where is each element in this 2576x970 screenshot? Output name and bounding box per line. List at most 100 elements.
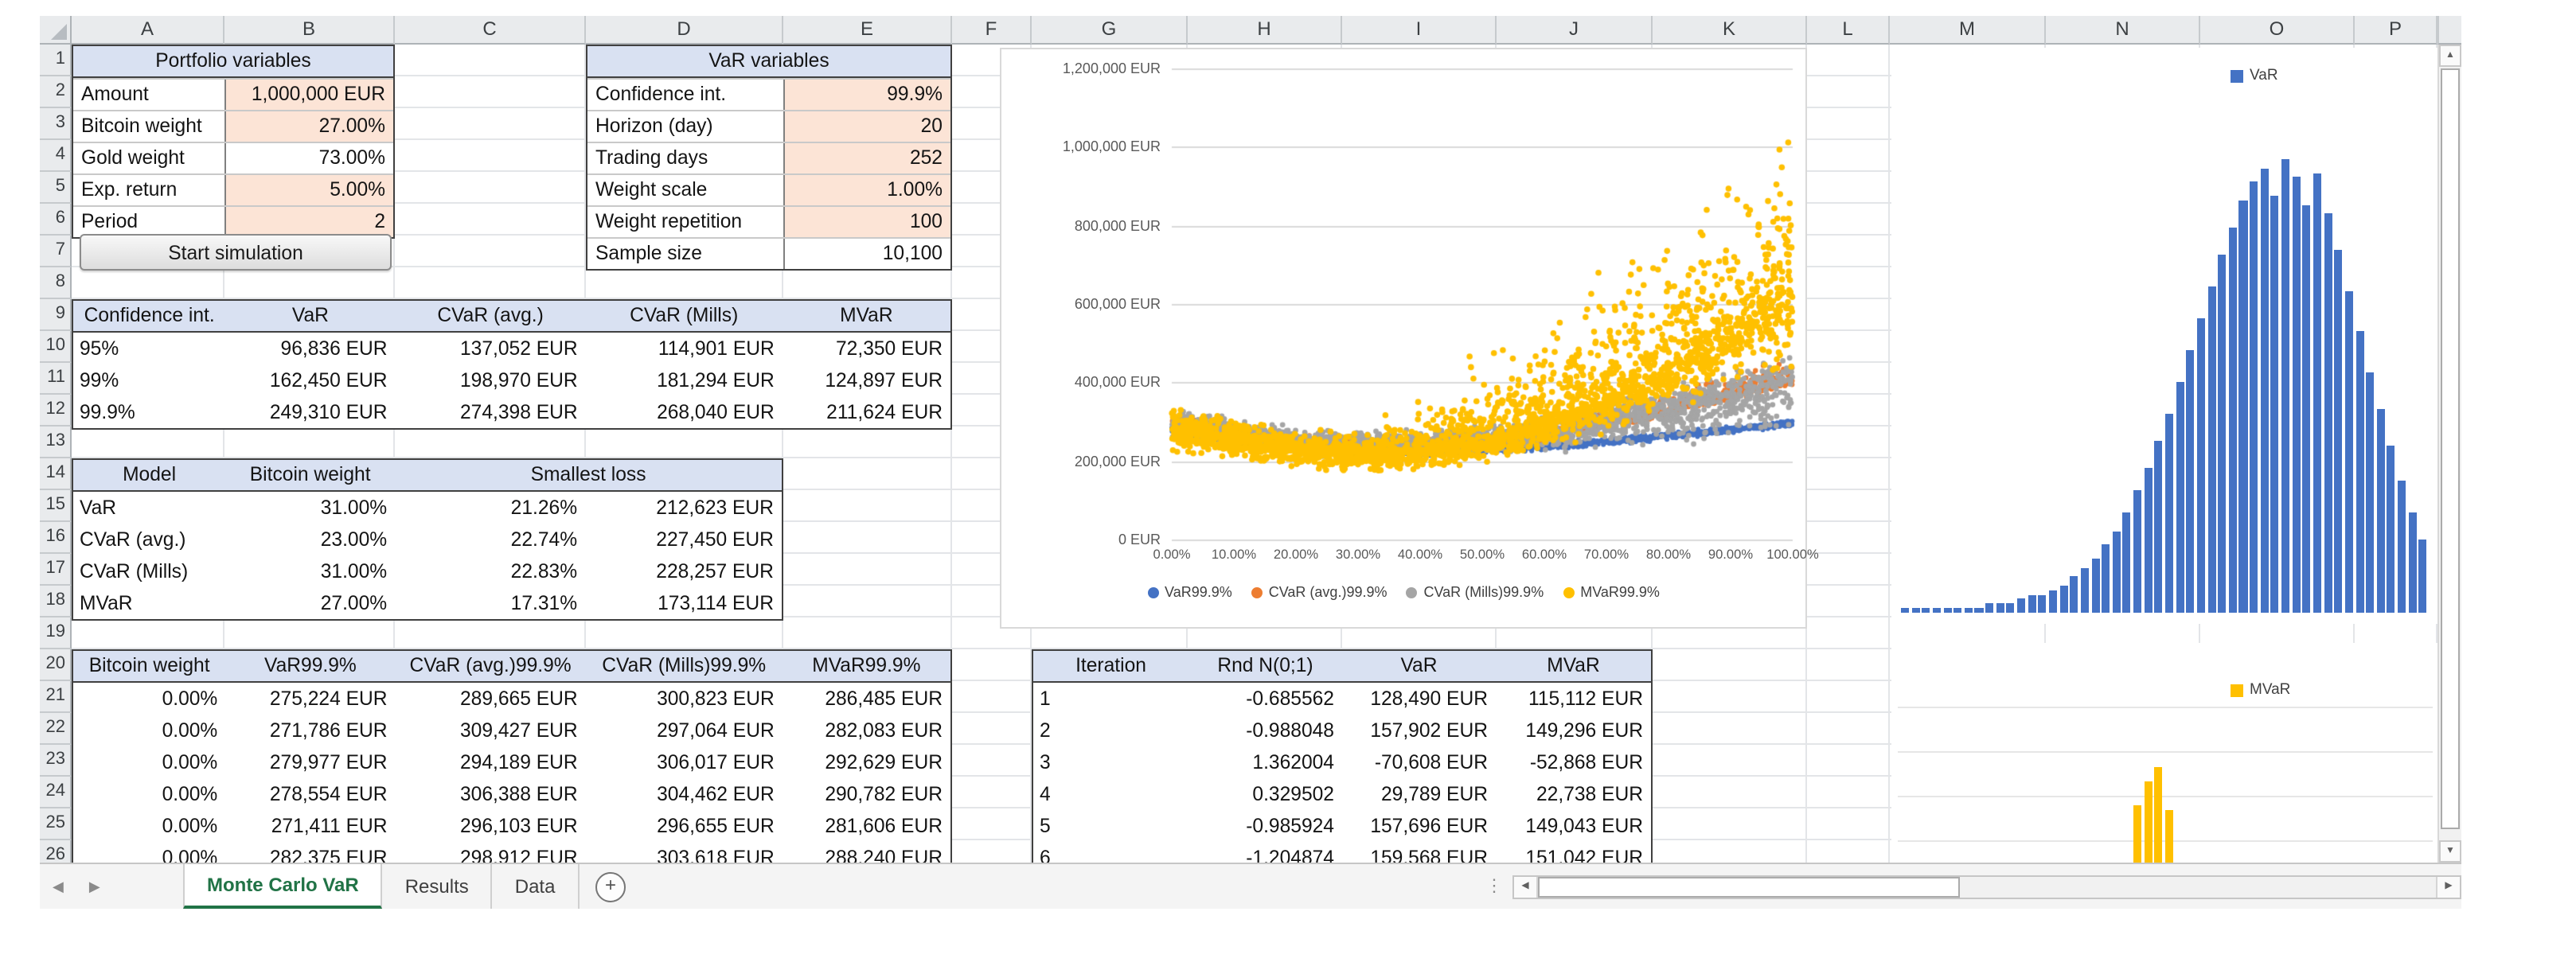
- cell[interactable]: -0.988048: [1188, 715, 1342, 746]
- cell[interactable]: 29,789 EUR: [1342, 778, 1496, 810]
- cell[interactable]: -52,868 EUR: [1496, 746, 1651, 778]
- cell[interactable]: 289,665 EUR: [396, 683, 586, 715]
- mvar-histogram-chart[interactable]: MVaR: [1891, 643, 2439, 863]
- cell[interactable]: 137,052 EUR: [396, 333, 586, 364]
- cell[interactable]: 5: [1033, 810, 1188, 842]
- cell[interactable]: 198,970 EUR: [396, 364, 586, 396]
- cell[interactable]: 0.00%: [73, 683, 225, 715]
- cell[interactable]: 21.26%: [395, 492, 585, 524]
- cell[interactable]: 3: [1033, 746, 1188, 778]
- cell[interactable]: 282,083 EUR: [783, 715, 950, 746]
- cell[interactable]: 27.00%: [224, 111, 393, 142]
- cell[interactable]: MVaR: [73, 587, 225, 619]
- column-header-L[interactable]: L: [1807, 16, 1890, 45]
- row-header-19[interactable]: 19: [40, 617, 72, 649]
- var-histogram-chart[interactable]: VaR: [1891, 48, 2439, 624]
- cell[interactable]: VaR: [73, 492, 225, 524]
- cell[interactable]: 2: [224, 207, 393, 237]
- cell[interactable]: Gold weight: [73, 143, 224, 173]
- cell[interactable]: 1.362004: [1188, 746, 1342, 778]
- cell[interactable]: Exp. return: [73, 175, 224, 205]
- column-header-K[interactable]: K: [1653, 16, 1807, 45]
- cell[interactable]: 0.00%: [73, 842, 225, 863]
- column-header-cell[interactable]: Rnd N(0;1): [1188, 651, 1342, 681]
- sheet-tab-monte-carlo-var[interactable]: Monte Carlo VaR: [183, 864, 383, 909]
- scroll-left-icon[interactable]: ◀: [1514, 877, 1538, 898]
- cell[interactable]: 282,375 EUR: [225, 842, 395, 863]
- row-header-26[interactable]: 26: [40, 840, 72, 863]
- cell[interactable]: 99.9%: [73, 396, 225, 428]
- sheet-tab-results[interactable]: Results: [383, 864, 493, 909]
- scroll-up-icon[interactable]: ▲: [2439, 45, 2461, 67]
- row-header-22[interactable]: 22: [40, 713, 72, 745]
- cell[interactable]: 298,912 EUR: [396, 842, 586, 863]
- cell[interactable]: CVaR (avg.): [73, 524, 225, 555]
- column-header-cell[interactable]: VaR99.9%: [225, 651, 395, 681]
- cell[interactable]: 300,823 EUR: [586, 683, 783, 715]
- cell[interactable]: 303,618 EUR: [586, 842, 783, 863]
- column-header-cell[interactable]: VaR: [1342, 651, 1496, 681]
- start-simulation-button[interactable]: Start simulation: [80, 234, 392, 271]
- cell[interactable]: 286,485 EUR: [783, 683, 950, 715]
- column-header-D[interactable]: D: [586, 16, 783, 45]
- cell[interactable]: Sample size: [587, 239, 783, 269]
- column-header-cell[interactable]: Bitcoin weight: [73, 651, 225, 681]
- cell[interactable]: 274,398 EUR: [396, 396, 586, 428]
- column-header-cell[interactable]: CVaR (avg.): [396, 301, 586, 331]
- column-header-cell[interactable]: CVaR (avg.)99.9%: [396, 651, 586, 681]
- cell[interactable]: 128,490 EUR: [1342, 683, 1496, 715]
- cell[interactable]: 309,427 EUR: [396, 715, 586, 746]
- cell[interactable]: 227,450 EUR: [585, 524, 782, 555]
- row-header-21[interactable]: 21: [40, 681, 72, 713]
- cell[interactable]: 228,257 EUR: [585, 555, 782, 587]
- cell[interactable]: 100: [783, 207, 950, 237]
- cell[interactable]: 31.00%: [225, 555, 395, 587]
- cell[interactable]: 124,897 EUR: [783, 364, 950, 396]
- cell[interactable]: 17.31%: [395, 587, 585, 619]
- column-header-M[interactable]: M: [1890, 16, 2046, 45]
- cell[interactable]: 278,554 EUR: [225, 778, 395, 810]
- next-sheet-icon[interactable]: ▶: [89, 878, 100, 895]
- cell[interactable]: 22.83%: [395, 555, 585, 587]
- cell[interactable]: 31.00%: [225, 492, 395, 524]
- cell[interactable]: 23.00%: [225, 524, 395, 555]
- cell[interactable]: 114,901 EUR: [586, 333, 783, 364]
- cell[interactable]: Confidence int.: [587, 80, 783, 110]
- cell[interactable]: 73.00%: [224, 143, 393, 173]
- cell[interactable]: 288,240 EUR: [783, 842, 950, 863]
- cell[interactable]: 6: [1033, 842, 1188, 863]
- cell[interactable]: -1.204874: [1188, 842, 1342, 863]
- column-header-cell[interactable]: CVaR (Mills)99.9%: [586, 651, 783, 681]
- tab-splitter-icon[interactable]: ⋮: [1485, 875, 1503, 896]
- column-header-cell[interactable]: Bitcoin weight: [225, 460, 395, 490]
- column-header-H[interactable]: H: [1188, 16, 1342, 45]
- cell[interactable]: 296,103 EUR: [396, 810, 586, 842]
- cell[interactable]: 22.74%: [395, 524, 585, 555]
- cell[interactable]: 0.00%: [73, 810, 225, 842]
- row-header-2[interactable]: 2: [40, 76, 72, 108]
- cell[interactable]: 268,040 EUR: [586, 396, 783, 428]
- cell[interactable]: 159,568 EUR: [1342, 842, 1496, 863]
- cell[interactable]: -0.985924: [1188, 810, 1342, 842]
- cell[interactable]: 0.329502: [1188, 778, 1342, 810]
- row-header-6[interactable]: 6: [40, 204, 72, 236]
- row-header-11[interactable]: 11: [40, 363, 72, 395]
- row-header-7[interactable]: 7: [40, 236, 72, 267]
- cell[interactable]: 22,738 EUR: [1496, 778, 1651, 810]
- sheet-tab-data[interactable]: Data: [493, 864, 580, 909]
- cell[interactable]: 292,629 EUR: [783, 746, 950, 778]
- scroll-down-icon[interactable]: ▼: [2439, 840, 2461, 863]
- cell[interactable]: 0.00%: [73, 778, 225, 810]
- horizontal-scrollbar-thumb[interactable]: [1538, 877, 1960, 898]
- cell[interactable]: 27.00%: [225, 587, 395, 619]
- cell[interactable]: 181,294 EUR: [586, 364, 783, 396]
- cell[interactable]: 5.00%: [224, 175, 393, 205]
- cell[interactable]: 279,977 EUR: [225, 746, 395, 778]
- row-header-16[interactable]: 16: [40, 522, 72, 554]
- cell[interactable]: 306,388 EUR: [396, 778, 586, 810]
- row-header-8[interactable]: 8: [40, 267, 72, 299]
- cell[interactable]: 0.00%: [73, 715, 225, 746]
- column-header-cell[interactable]: MVaR: [1496, 651, 1651, 681]
- select-all-corner[interactable]: [40, 16, 72, 45]
- column-header-B[interactable]: B: [224, 16, 395, 45]
